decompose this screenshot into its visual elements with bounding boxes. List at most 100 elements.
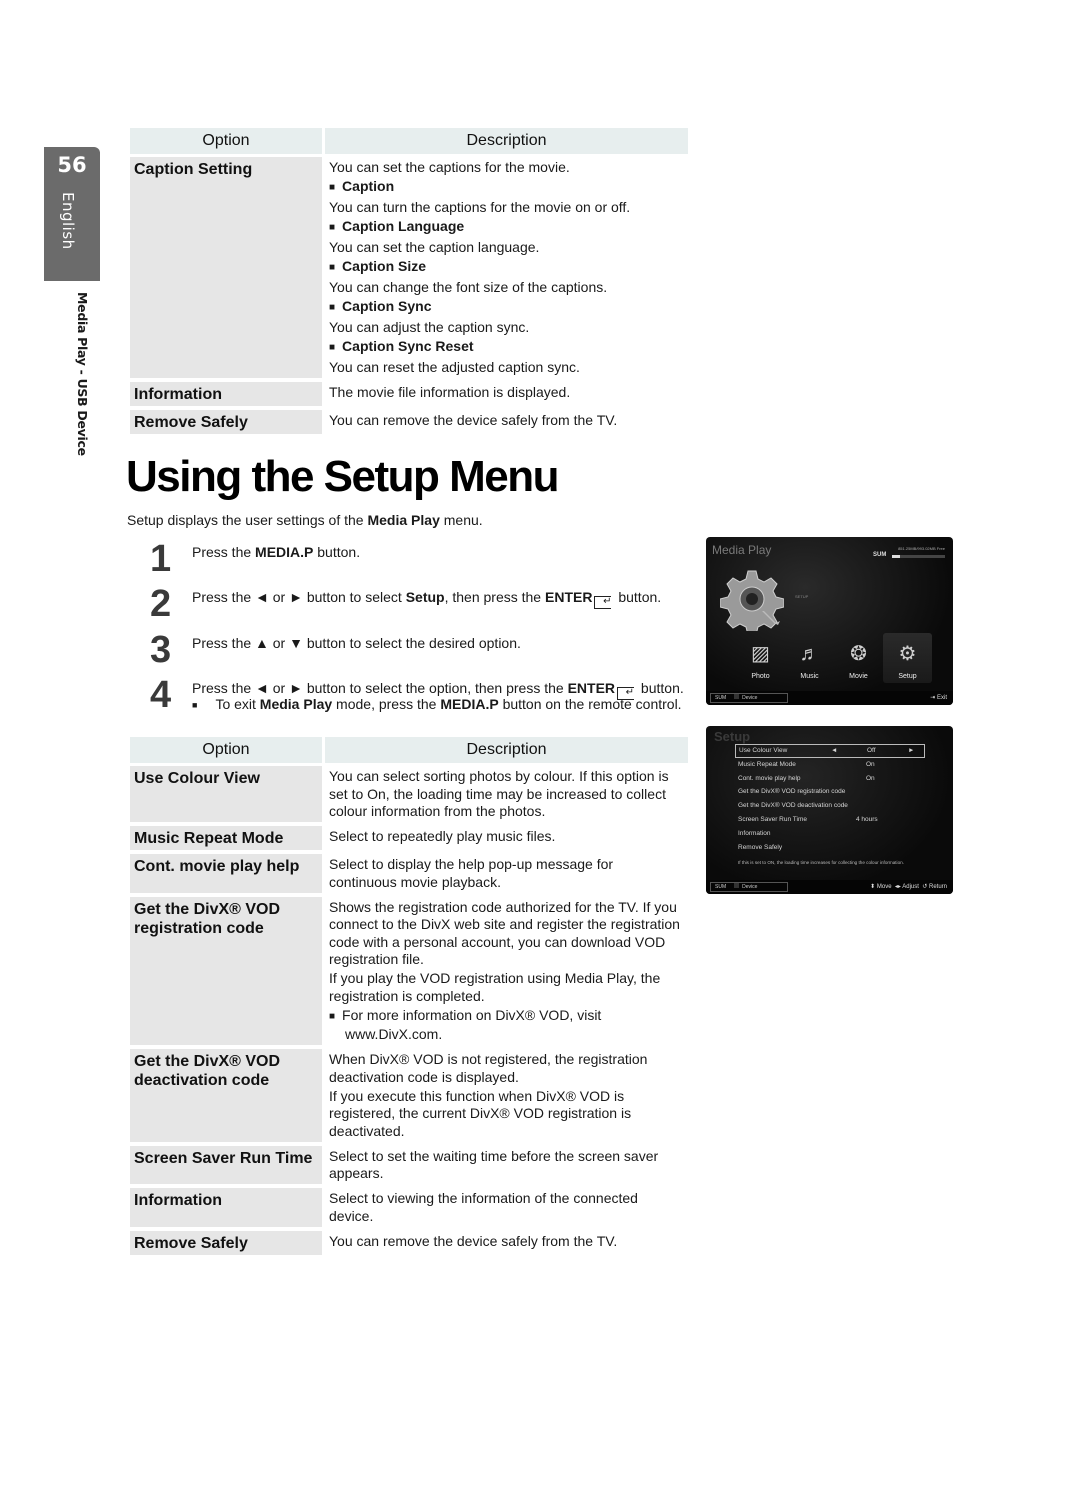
header-option: Option [130,128,322,154]
setup-item-value: Off [867,747,876,754]
option-description: You can set the captions for the movie. C… [325,157,688,378]
option-name: Remove Safely [130,1230,322,1255]
setup-menu-item[interactable]: Cont. movie play help On [735,772,925,786]
setup-menu-item[interactable]: Screen Saver Run Time 4 hours [735,813,925,827]
media-item-label: Music [800,673,819,680]
setup-gear-icon [720,570,784,631]
media-item-setup[interactable]: ⚙ Setup [883,633,932,683]
setup-title: Setup [714,729,751,744]
description-text: If you play the VOD registration using M… [329,970,661,1004]
storage-bar [892,555,945,558]
table-row: Music Repeat Mode Select to repeatedly pl… [130,826,688,850]
media-item-movie[interactable]: ❂ Movie [834,633,883,683]
option-name: Get the DivX® VOD deactivation code [130,1049,322,1142]
table-row: Cont. movie play help Select to display t… [130,854,688,893]
option-description: The movie file information is displayed. [325,382,688,406]
setup-item-value: On [866,760,875,768]
setup-item-label: Information [738,829,771,837]
step-number: 3 [150,629,172,671]
setup-item-label: Screen Saver Run Time [738,815,808,823]
adjust-icon: ◂▸ [894,884,901,890]
setup-menu-item[interactable]: Get the DivX® VOD registration code [735,785,925,799]
setup-menu-item[interactable]: Use Colour View ◄ ► Off [735,744,925,758]
option-name: Information [130,382,322,406]
gear-icon: ⚙ [898,643,917,665]
setup-item-label: Get the DivX® VOD deactivation code [738,802,848,810]
setup-item-label: Get the DivX® VOD registration code [738,788,846,796]
sub-option-label: Caption Language [329,218,684,238]
note-text: For more information on DivX® VOD, visit… [329,1007,684,1044]
setup-item-label: Music Repeat Mode [738,760,796,768]
media-play-bottom-bar: SUM Device ⇥ Exit [706,691,953,705]
bold-text: MEDIA.P [255,544,314,560]
setup-menu-item[interactable]: Remove Safely [735,841,925,855]
option-description: Select to set the waiting time before th… [325,1146,688,1185]
option-name: Information [130,1188,322,1227]
left-arrow-icon[interactable]: ◄ [831,745,837,757]
description-text: You can remove the device safely from th… [329,412,618,428]
bold-text: Media Play [259,696,333,712]
table-row: Information Select to viewing the informa… [130,1188,688,1227]
text: button. [313,544,361,560]
text: Press the ◄ or ► button to select the op… [192,680,568,696]
option-description: Shows the registration code authorized f… [325,897,688,1046]
right-arrow-icon[interactable]: ► [908,745,914,757]
description-text: If you execute this function when DivX® … [329,1087,632,1139]
header-description: Description [325,128,688,154]
setup-menu-screenshot: Setup Use Colour View ◄ ► Off Music Repeat M… [706,726,953,894]
option-name: Screen Saver Run Time [130,1145,322,1184]
setup-menu-item[interactable]: Get the DivX® VOD deactivation code [735,799,925,813]
enter-icon: ↵ [594,596,612,609]
option-description: Select to viewing the information of the… [325,1188,688,1227]
device-selector[interactable]: SUM Device [710,882,788,892]
table-row: Get the DivX® VOD registration code Shows… [130,896,688,1046]
option-name: Use Colour View [130,766,322,822]
description-text: You can set the caption language. [329,239,540,255]
media-icons: ▨ Photo ♬ Music ❂ Movie ⚙ Setup [736,633,936,683]
option-name: Music Repeat Mode [130,826,322,850]
text: Press the ◄ or ► button to select [192,589,406,605]
description-text: Select to display the help pop-up messag… [329,856,614,890]
film-reel-icon: ❂ [850,643,867,665]
page-title: Using the Setup Menu [126,452,560,501]
sub-option-label: Caption Size [329,258,684,278]
setup-menu-item[interactable]: Information [735,827,925,841]
media-play-title: Media Play [712,543,772,557]
text: Press the ▲ or ▼ button to select the de… [192,635,521,651]
header-description: Description [325,737,688,763]
music-note-icon: ♬ [799,643,820,665]
step-number: 2 [150,583,172,625]
media-item-music[interactable]: ♬ Music [785,633,834,683]
text: button. [614,589,662,605]
sub-option-label: Caption Sync Reset [329,338,684,358]
setup-bottom-bar: SUM Device ⬍ Move ◂▸ Adjust ↺ Return [706,880,953,894]
device-square-icon [734,883,740,888]
page-tab: 56 English [44,147,100,281]
text: button. [637,680,684,696]
step-text: Press the ◄ or ► button to select Setup,… [192,589,662,609]
media-item-photo[interactable]: ▨ Photo [736,633,785,683]
setup-item-label: Use Colour View [739,747,788,754]
option-name: Remove Safely [130,410,322,434]
photo-icon: ▨ [751,643,770,665]
description-text: You can adjust the caption sync. [329,319,530,335]
focus-label: SETUP [795,594,809,599]
device-selector[interactable]: SUM Device [710,693,788,703]
header-option: Option [130,737,322,763]
table-row: Caption Setting You can set the captions … [130,157,688,378]
storage-device: SUM [873,552,887,558]
option-description: Select to repeatedly play music files. [325,826,688,850]
section-label: Media Play - USB Device [75,292,90,456]
bold-text: Setup [405,589,445,605]
description-text: You can select sorting photos by colour.… [329,768,669,819]
setup-menu-item[interactable]: Music Repeat Mode On [735,758,925,772]
exit-icon: ⇥ [930,695,936,701]
media-play-screenshot: Media Play 851.25MB/993.02MB Free SUM SE… [706,537,953,705]
media-item-label: Photo [751,673,770,680]
setup-item-label: Cont. movie play help [738,774,801,782]
exit-hint[interactable]: ⇥ Exit [930,694,947,701]
storage-bar-fill [892,555,900,558]
table-row: Use Colour View You can select sorting ph… [130,766,688,822]
nav-hints: ⬍ Move ◂▸ Adjust ↺ Return [870,884,947,890]
setup-item-label: Remove Safely [738,843,783,851]
